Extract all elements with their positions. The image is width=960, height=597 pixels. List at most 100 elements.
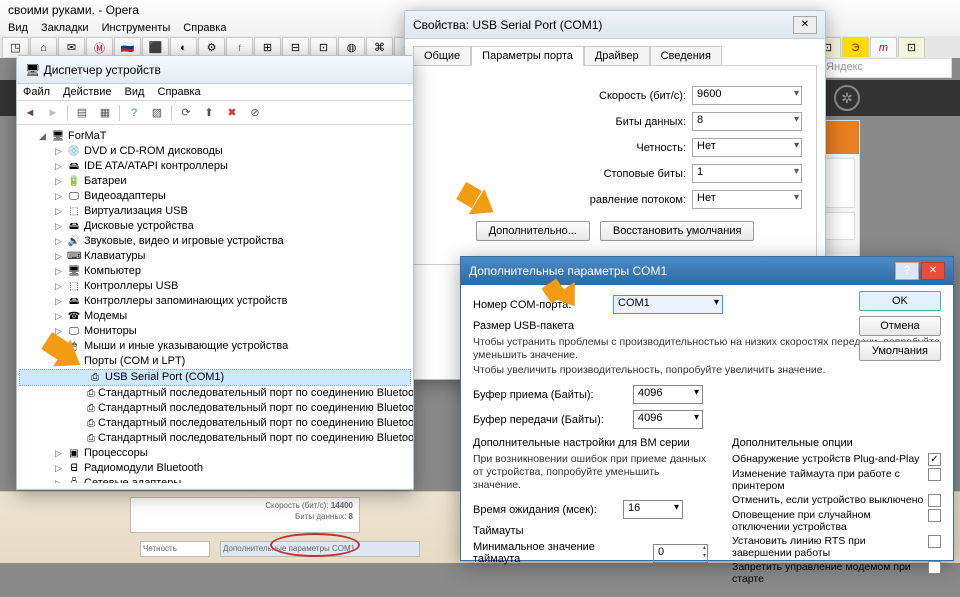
update-icon[interactable]: ⬆ xyxy=(200,104,218,122)
defaults-button[interactable]: Умолчания xyxy=(859,341,941,361)
help-button[interactable]: ? xyxy=(895,262,919,280)
stopbits-select[interactable]: 1 xyxy=(692,164,802,183)
restore-defaults-button[interactable]: Восстановить умолчания xyxy=(600,221,755,241)
option-label: Запретить управление модемом при старте xyxy=(732,561,928,585)
tree-category[interactable]: ▷🖵Видеоадаптеры xyxy=(19,189,411,204)
tree-category[interactable]: ▷💿DVD и CD-ROM дисководы xyxy=(19,144,411,159)
tab-details[interactable]: Сведения xyxy=(650,46,722,66)
devmgr-menubar[interactable]: Файл Действие Вид Справка xyxy=(17,84,413,101)
option-label: Отменить, если устройство выключено xyxy=(732,494,928,506)
browser-tab[interactable]: ⬛ xyxy=(142,37,169,57)
tree-root[interactable]: ◢🖥ForMaT xyxy=(19,129,411,144)
min-timeout-spin[interactable]: 0 xyxy=(653,544,708,563)
browser-tab[interactable]: ⊞ xyxy=(254,37,281,57)
browser-tab[interactable]: ⚙ xyxy=(198,37,225,57)
browser-tab[interactable]: ⌂ xyxy=(30,37,57,57)
detail-icon[interactable]: ▦ xyxy=(96,104,114,122)
option-row[interactable]: Оповещение при случайном отключении устр… xyxy=(732,509,941,533)
tab-port-settings[interactable]: Параметры порта xyxy=(471,46,584,66)
latency-select[interactable]: 16 xyxy=(623,500,683,519)
device-tree[interactable]: ◢🖥ForMaT ▷💿DVD и CD-ROM дисководы▷🖴IDE A… xyxy=(17,125,413,483)
tree-category[interactable]: ▷ᗺРадиомодули Bluetooth xyxy=(19,461,411,476)
tree-category[interactable]: ▷⬚Виртуализация USB xyxy=(19,204,411,219)
tree-bt-port[interactable]: ⎙Стандартный последовательный порт по со… xyxy=(19,431,411,446)
tree-category[interactable]: ▷☎Модемы xyxy=(19,309,411,324)
gear-icon[interactable]: ✲ xyxy=(834,85,860,111)
back-icon[interactable]: ◄ xyxy=(21,104,39,122)
disable-icon[interactable]: ⊘ xyxy=(246,104,264,122)
option-label: Обнаружение устройств Plug-and-Play xyxy=(732,453,928,465)
tree-category[interactable]: ▷🖥Компьютер xyxy=(19,264,411,279)
tree-category[interactable]: ▷⌨Клавиатуры xyxy=(19,249,411,264)
browser-tab[interactable]: ◳ xyxy=(2,37,29,57)
browser-tab[interactable]: ⌘ xyxy=(366,37,393,57)
computer-icon: 🖥 xyxy=(25,63,40,77)
tree-bt-port[interactable]: ⎙Стандартный последовательный порт по со… xyxy=(19,401,411,416)
txbuf-select[interactable]: 4096 xyxy=(633,410,703,429)
checkbox[interactable] xyxy=(928,509,941,522)
tree-category[interactable]: ▷🖵Мониторы xyxy=(19,324,411,339)
cancel-button[interactable]: Отмена xyxy=(859,316,941,336)
browser-tab[interactable]: ✉ xyxy=(58,37,85,57)
tree-bt-port[interactable]: ⎙Стандартный последовательный порт по со… xyxy=(19,386,411,401)
browser-tab[interactable]: ⊟ xyxy=(282,37,309,57)
tree-category[interactable]: ▷▣Процессоры xyxy=(19,446,411,461)
tree-category[interactable]: ▷🖴Дисковые устройства xyxy=(19,219,411,234)
menu-action[interactable]: Действие xyxy=(63,86,111,98)
help-icon[interactable]: ? xyxy=(125,104,143,122)
menu-file[interactable]: Файл xyxy=(23,86,50,98)
checkbox[interactable] xyxy=(928,468,941,481)
browser-tab[interactable]: m xyxy=(870,37,897,57)
advanced-button[interactable]: Дополнительно... xyxy=(476,221,590,241)
databits-select[interactable]: 8 xyxy=(692,112,802,131)
tree-category[interactable]: ▷🖴Контроллеры запоминающих устройств xyxy=(19,294,411,309)
tree-category[interactable]: ▷🔊Звуковые, видео и игровые устройства xyxy=(19,234,411,249)
tree-bt-port[interactable]: ⎙Стандартный последовательный порт по со… xyxy=(19,416,411,431)
scan-icon[interactable]: ⟳ xyxy=(177,104,195,122)
option-row[interactable]: Запретить управление модемом при старте xyxy=(732,561,941,585)
parity-select[interactable]: Нет xyxy=(692,138,802,157)
menu-view[interactable]: Вид xyxy=(125,86,145,98)
browser-tab[interactable]: ◐ xyxy=(170,37,197,57)
menu-help[interactable]: Справка xyxy=(158,86,201,98)
props-icon[interactable]: ▨ xyxy=(148,104,166,122)
rxbuf-select[interactable]: 4096 xyxy=(633,385,703,404)
opera-menu-item[interactable]: Инструменты xyxy=(102,22,171,34)
browser-tab[interactable]: ⊡ xyxy=(310,37,337,57)
browser-tab[interactable]: ◍ xyxy=(338,37,365,57)
props-titlebar: Свойства: USB Serial Port (COM1) ✕ xyxy=(405,11,825,39)
flowctrl-select[interactable]: Нет xyxy=(692,190,802,209)
tree-usb-serial-port[interactable]: ⎙USB Serial Port (COM1) xyxy=(19,369,411,386)
opera-menu-item[interactable]: Справка xyxy=(183,22,226,34)
checkbox[interactable]: ✓ xyxy=(928,453,941,466)
tree-category[interactable]: ▷🔋Батареи xyxy=(19,174,411,189)
speed-select[interactable]: 9600 xyxy=(692,86,802,105)
tab-driver[interactable]: Драйвер xyxy=(584,46,650,66)
tab-general[interactable]: Общие xyxy=(413,46,471,66)
browser-tab[interactable]: 🇷🇺 xyxy=(114,37,141,57)
option-row[interactable]: Обнаружение устройств Plug-and-Play✓ xyxy=(732,453,941,466)
option-row[interactable]: Изменение таймаута при работе с принтеро… xyxy=(732,468,941,492)
browser-tab[interactable]: Э xyxy=(842,37,869,57)
bm-heading: Дополнительные настройки для BM серии xyxy=(473,437,708,449)
tree-category[interactable]: ▷⬚Контроллеры USB xyxy=(19,279,411,294)
opera-menu-item[interactable]: Вид xyxy=(8,22,28,34)
checkbox[interactable] xyxy=(928,494,941,507)
close-icon[interactable]: ✕ xyxy=(921,262,945,280)
tree-category[interactable]: ▷🖴IDE ATA/ATAPI контроллеры xyxy=(19,159,411,174)
browser-tab[interactable]: ⊡ xyxy=(898,37,925,57)
tree-icon[interactable]: ▤ xyxy=(73,104,91,122)
option-row[interactable]: Установить линию RTS при завершении рабо… xyxy=(732,535,941,559)
close-icon[interactable]: ✕ xyxy=(793,16,817,34)
fwd-icon[interactable]: ► xyxy=(44,104,62,122)
com-port-select[interactable]: COM1 xyxy=(613,295,723,314)
checkbox[interactable] xyxy=(928,535,941,548)
browser-tab[interactable]: Ⓜ xyxy=(86,37,113,57)
tree-category[interactable]: ▷🖧Сетевые адаптеры xyxy=(19,476,411,483)
uninstall-icon[interactable]: ✖ xyxy=(223,104,241,122)
props-tabs: Общие Параметры порта Драйвер Сведения xyxy=(405,39,825,65)
opera-menu-item[interactable]: Закладки xyxy=(41,22,89,34)
option-row[interactable]: Отменить, если устройство выключено xyxy=(732,494,941,507)
ok-button[interactable]: OK xyxy=(859,291,941,311)
browser-tab[interactable]: f xyxy=(226,37,253,57)
